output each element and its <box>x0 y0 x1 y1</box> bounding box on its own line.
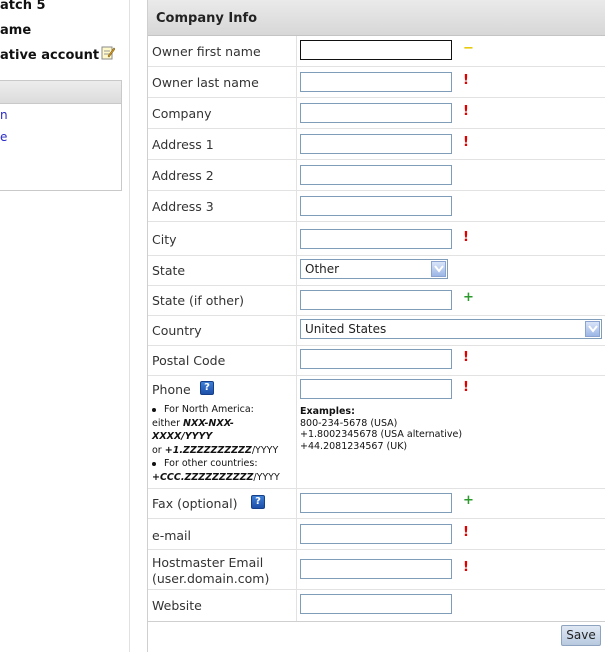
sidebar-link-2[interactable]: e <box>0 130 7 144</box>
form-row-address2: Address 2 <box>148 160 605 191</box>
address2-label: Address 2 <box>152 168 214 183</box>
email-required: ! <box>463 525 469 540</box>
company-info-panel: Company Info Owner first name − Owner la… <box>147 0 605 652</box>
address3-input[interactable] <box>300 196 452 216</box>
form-row-state: State Other <box>148 256 605 286</box>
sidebar-link-1[interactable]: n <box>0 108 8 122</box>
chevron-down-icon[interactable] <box>585 321 600 337</box>
website-input[interactable] <box>300 594 452 614</box>
company-label: Company <box>152 106 212 121</box>
address1-label: Address 1 <box>152 137 214 152</box>
phone-format-help: For North America: either NXX-NXX- XXXX/… <box>152 404 280 483</box>
state-label: State <box>152 263 186 278</box>
form-row-company: Company ! <box>148 98 605 129</box>
email-input[interactable] <box>300 524 452 544</box>
fax-optional: + <box>463 493 474 508</box>
chevron-down-icon[interactable] <box>431 261 446 277</box>
form-row-owner-last-name: Owner last name ! <box>148 67 605 98</box>
city-required: ! <box>463 230 469 245</box>
phone-input[interactable] <box>300 379 452 399</box>
hostmaster-email-label: Hostmaster Email <box>152 555 264 570</box>
save-button[interactable]: Save <box>561 625 601 646</box>
postal-code-label: Postal Code <box>152 353 226 368</box>
hostmaster-email-required: ! <box>463 560 469 575</box>
panel-title: Company Info <box>156 11 258 26</box>
sidebar-box-header <box>0 81 121 104</box>
address3-label: Address 3 <box>152 199 214 214</box>
form-row-email: e-mail ! <box>148 519 605 550</box>
edit-note-icon[interactable] <box>101 45 116 60</box>
form-row-address3: Address 3 <box>148 191 605 222</box>
hostmaster-email-hint: (user.domain.com) <box>152 571 270 586</box>
form-row-owner-first-name: Owner first name − <box>148 36 605 67</box>
phone-label: Phone <box>152 382 191 397</box>
owner-first-name-input[interactable] <box>300 40 452 60</box>
phone-help-icon[interactable]: ? <box>200 381 214 395</box>
owner-last-name-input[interactable] <box>300 72 452 92</box>
form-row-address1: Address 1 ! <box>148 129 605 160</box>
fax-help-icon[interactable]: ? <box>251 495 265 509</box>
state-other-label: State (if other) <box>152 293 244 308</box>
website-label: Website <box>152 598 202 613</box>
sidebar-box <box>0 80 122 191</box>
country-select[interactable]: United States <box>300 319 602 339</box>
address2-input[interactable] <box>300 165 452 185</box>
fax-input[interactable] <box>300 493 452 513</box>
postal-code-input[interactable] <box>300 349 452 369</box>
city-input[interactable] <box>300 229 452 249</box>
state-other-input[interactable] <box>300 290 452 310</box>
form-row-city: City ! <box>148 222 605 256</box>
company-input[interactable] <box>300 103 452 123</box>
fax-label: Fax (optional) <box>152 496 238 511</box>
sidebar-text-3[interactable]: ative account <box>0 48 99 63</box>
form-row-postal-code: Postal Code ! <box>148 346 605 376</box>
company-required: ! <box>463 104 469 119</box>
left-sidebar: atch 5 ame ative account n e <box>0 0 124 652</box>
state-select-value: Other <box>305 262 340 276</box>
form-row-state-other: State (if other) + <box>148 286 605 316</box>
owner-first-name-label: Owner first name <box>152 44 261 59</box>
phone-examples: Examples: 800-234-5678 (USA) +1.80023456… <box>300 406 463 452</box>
address1-input[interactable] <box>300 134 452 154</box>
owner-last-name-required: ! <box>463 73 469 88</box>
column-divider <box>129 0 130 652</box>
hostmaster-email-input[interactable] <box>300 559 452 579</box>
state-select[interactable]: Other <box>300 259 448 279</box>
sidebar-text-1: atch 5 <box>0 0 46 13</box>
form-row-website: Website <box>148 590 605 621</box>
sidebar-text-2[interactable]: ame <box>0 23 31 38</box>
form-row-hostmaster-email: Hostmaster Email (user.domain.com) ! <box>148 550 605 590</box>
form-row-fax: Fax (optional) ? + <box>148 489 605 519</box>
country-label: Country <box>152 323 202 338</box>
form-row-country: Country United States <box>148 316 605 346</box>
form-row-phone: Phone ? For North America: either NXX-NX… <box>148 376 605 489</box>
postal-code-required: ! <box>463 350 469 365</box>
country-select-value: United States <box>305 322 387 336</box>
address1-required: ! <box>463 135 469 150</box>
owner-first-name-status: − <box>463 41 474 56</box>
email-label: e-mail <box>152 528 191 543</box>
state-other-optional: + <box>463 290 474 305</box>
form-footer <box>148 621 605 652</box>
panel-header: Company Info <box>148 0 605 36</box>
phone-required: ! <box>463 380 469 395</box>
owner-last-name-label: Owner last name <box>152 75 259 90</box>
city-label: City <box>152 232 177 247</box>
